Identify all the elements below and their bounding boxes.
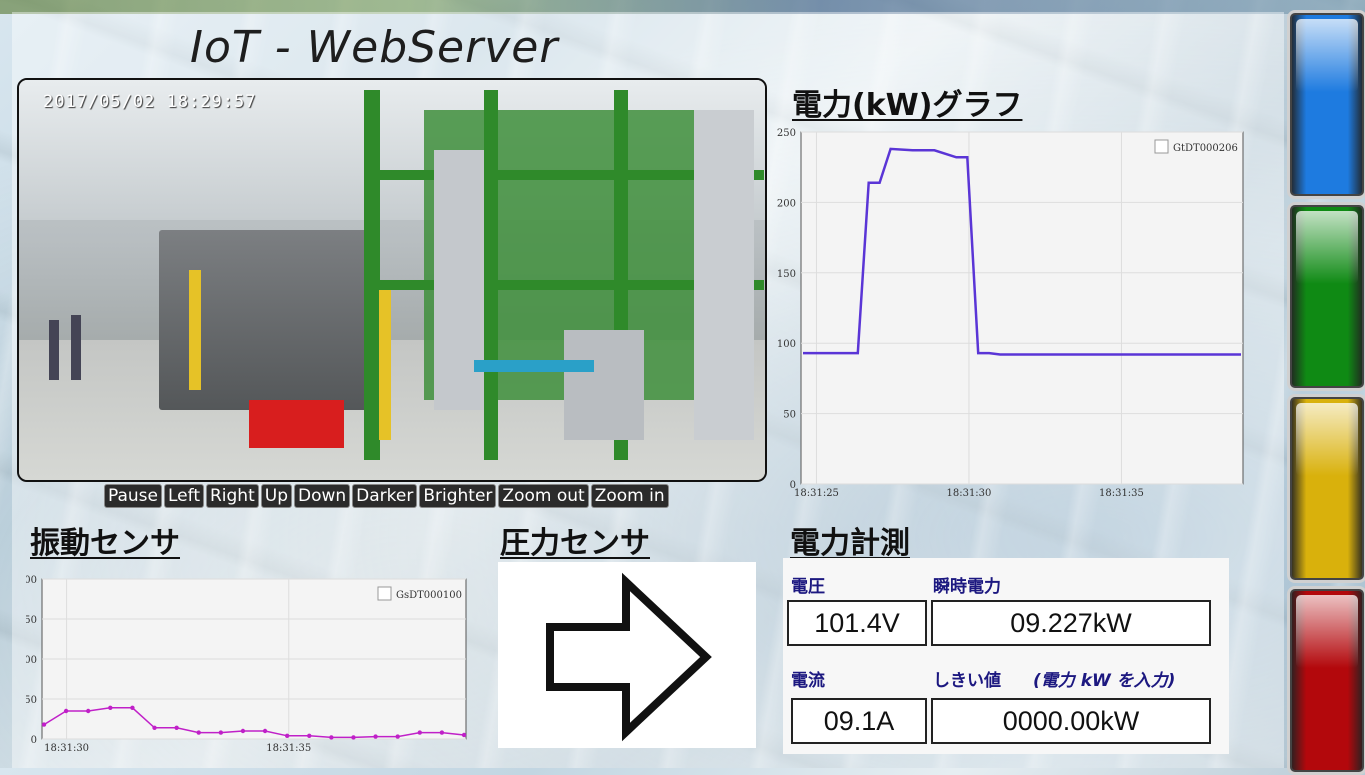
y-tick-label: 50 [26, 695, 37, 706]
y-tick-label: 150 [777, 269, 796, 280]
instant-power-value: 09.227kW [931, 600, 1211, 646]
data-point [41, 722, 47, 727]
threshold-label: しきい値 [933, 671, 1001, 691]
data-point [108, 705, 113, 710]
data-point [373, 734, 378, 739]
camera-controls: Pause Left Right Up Down Darker Brighter… [104, 484, 669, 508]
data-point [262, 728, 268, 734]
pressure-sensor-panel [498, 562, 756, 748]
data-point [417, 730, 422, 735]
y-tick-label: 200 [26, 575, 37, 586]
camera-timestamp: 2017/05/02 18:29:57 [43, 92, 257, 112]
y-tick-label: 100 [26, 655, 37, 666]
data-point [130, 705, 135, 710]
power-chart-svg: 05010015020025018:31:25 18:31:30 18:31:35G… [777, 128, 1244, 499]
legend-label: GsDT000100 [396, 590, 462, 601]
power-graph-heading: 電力(kW)グラフ [792, 88, 1023, 123]
pause-button[interactable]: Pause [104, 484, 162, 508]
current-value: 09.1A [791, 698, 927, 744]
power-meter-heading: 電力計測 [790, 526, 910, 561]
vibration-heading: 振動センサ [30, 526, 180, 561]
down-button[interactable]: Down [294, 484, 351, 508]
data-point [351, 735, 356, 740]
green-side-button[interactable] [1287, 202, 1365, 391]
camera-left-details [49, 270, 391, 448]
legend-label: GtDT000206 [1173, 143, 1238, 154]
left-button[interactable]: Left [164, 484, 204, 508]
data-point [174, 725, 179, 730]
blue-side-button[interactable] [1287, 10, 1365, 199]
threshold-input[interactable]: 0000.00kW [931, 698, 1211, 744]
threshold-hint: (電力 kW を入力) [1033, 671, 1176, 691]
vibration-chart: 0 50 100 150 200 18:31:30 18:31:35 GsDT000100 [18, 570, 472, 760]
vibration-chart-svg: 0 50 100 150 200 18:31:30 18:31:35 GsDT000100 [18, 575, 467, 754]
power-chart: 0 50 100 150 200 250 18:31:25 18:31:30 18:31:35 G… [770, 120, 1250, 506]
data-point [218, 730, 224, 735]
x-tick-label: 18:31:25 [794, 488, 839, 499]
y-tick-label: 100 [777, 339, 796, 350]
data-point [307, 733, 312, 738]
plot-area [800, 131, 1244, 485]
voltage-value: 101.4V [787, 600, 927, 646]
voltage-label: 電圧 [791, 577, 825, 597]
button-shine [1296, 211, 1358, 285]
data-point [439, 730, 445, 735]
legend-swatch [1154, 139, 1169, 154]
zoom-in-button[interactable]: Zoom in [590, 484, 669, 508]
data-point [461, 732, 467, 738]
x-tick-label: 18:31:35 [1099, 488, 1144, 499]
data-point [152, 725, 157, 730]
x-tick-label: 18:31:35 [266, 743, 311, 754]
x-tick-label: 18:31:30 [946, 488, 991, 499]
button-shine [1296, 403, 1358, 477]
data-point [395, 734, 400, 739]
right-button[interactable]: Right [205, 484, 259, 508]
instant-power-label: 瞬時電力 [933, 577, 1001, 597]
data-point [284, 733, 290, 738]
darker-button[interactable]: Darker [352, 484, 418, 508]
arrow-right-icon [546, 572, 712, 742]
data-point [196, 730, 201, 735]
y-tick-label: 150 [26, 615, 37, 626]
data-point [86, 708, 91, 714]
data-point [329, 735, 334, 740]
data-point [63, 708, 69, 714]
current-label: 電流 [791, 671, 825, 691]
zoom-out-button[interactable]: Zoom out [498, 484, 589, 508]
data-point [240, 728, 246, 734]
power-meter-panel: 電圧 瞬時電力 101.4V 09.227kW 電流 しきい値 (電力 kW を… [783, 558, 1229, 754]
camera-feed: 2017/05/02 18:29:57 [17, 78, 767, 482]
button-shine [1296, 19, 1358, 93]
red-side-button[interactable] [1287, 586, 1365, 775]
y-tick-label: 250 [777, 128, 796, 139]
brighter-button[interactable]: Brighter [419, 484, 497, 508]
y-tick-label: 200 [777, 198, 796, 209]
pressure-heading: 圧力センサ [500, 526, 650, 561]
legend-swatch [377, 586, 392, 601]
button-shine [1296, 595, 1358, 669]
up-button[interactable]: Up [260, 484, 292, 508]
y-tick-label: 50 [783, 410, 796, 421]
y-tick-label: 0 [31, 735, 37, 746]
yellow-side-button[interactable] [1287, 394, 1365, 583]
x-tick-label: 18:31:30 [44, 743, 89, 754]
page-title: IoT - WebServer [190, 22, 559, 73]
